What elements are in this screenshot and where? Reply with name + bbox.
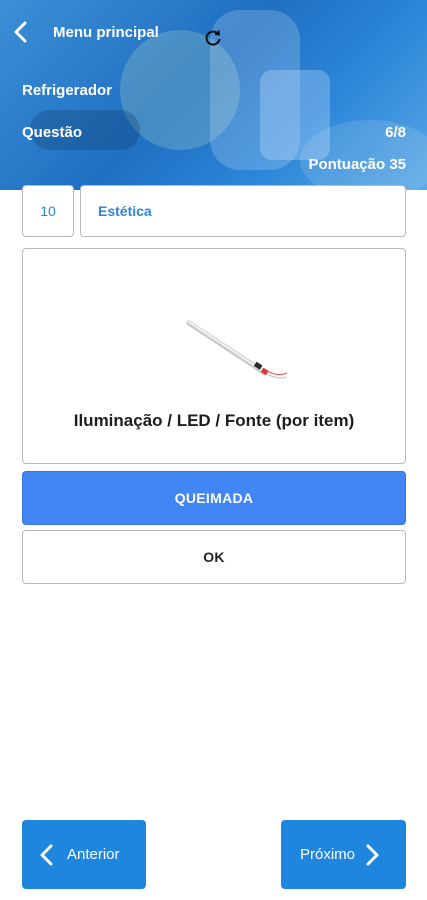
next-label: Próximo bbox=[300, 846, 356, 863]
question-number-box: 10 bbox=[22, 185, 74, 237]
item-card: Iluminação / LED / Fonte (por item) bbox=[22, 248, 406, 464]
chevron-right-icon bbox=[366, 844, 379, 865]
question-progress: 6/8 bbox=[385, 124, 406, 141]
item-name: Iluminação / LED / Fonte (por item) bbox=[73, 411, 355, 430]
header-banner: Menu principal Refrigerador Questão 6/8 … bbox=[0, 0, 427, 190]
chevron-left-icon[interactable] bbox=[10, 20, 32, 44]
score-label: Pontuação 35 bbox=[308, 156, 406, 173]
question-label: Questão bbox=[22, 124, 83, 141]
next-button[interactable]: Próximo bbox=[281, 820, 406, 889]
refresh-icon[interactable] bbox=[203, 28, 223, 48]
appliance-title: Refrigerador bbox=[22, 82, 113, 99]
chevron-left-icon bbox=[40, 844, 53, 865]
previous-button[interactable]: Anterior bbox=[22, 820, 146, 889]
previous-label: Anterior bbox=[67, 846, 120, 863]
category-box: Estética bbox=[80, 185, 406, 237]
menu-principal-link[interactable]: Menu principal bbox=[53, 24, 159, 41]
led-strip-image bbox=[186, 320, 288, 379]
option-ok-button[interactable]: OK bbox=[22, 530, 406, 584]
option-queimada-button[interactable]: QUEIMADA bbox=[22, 471, 406, 525]
